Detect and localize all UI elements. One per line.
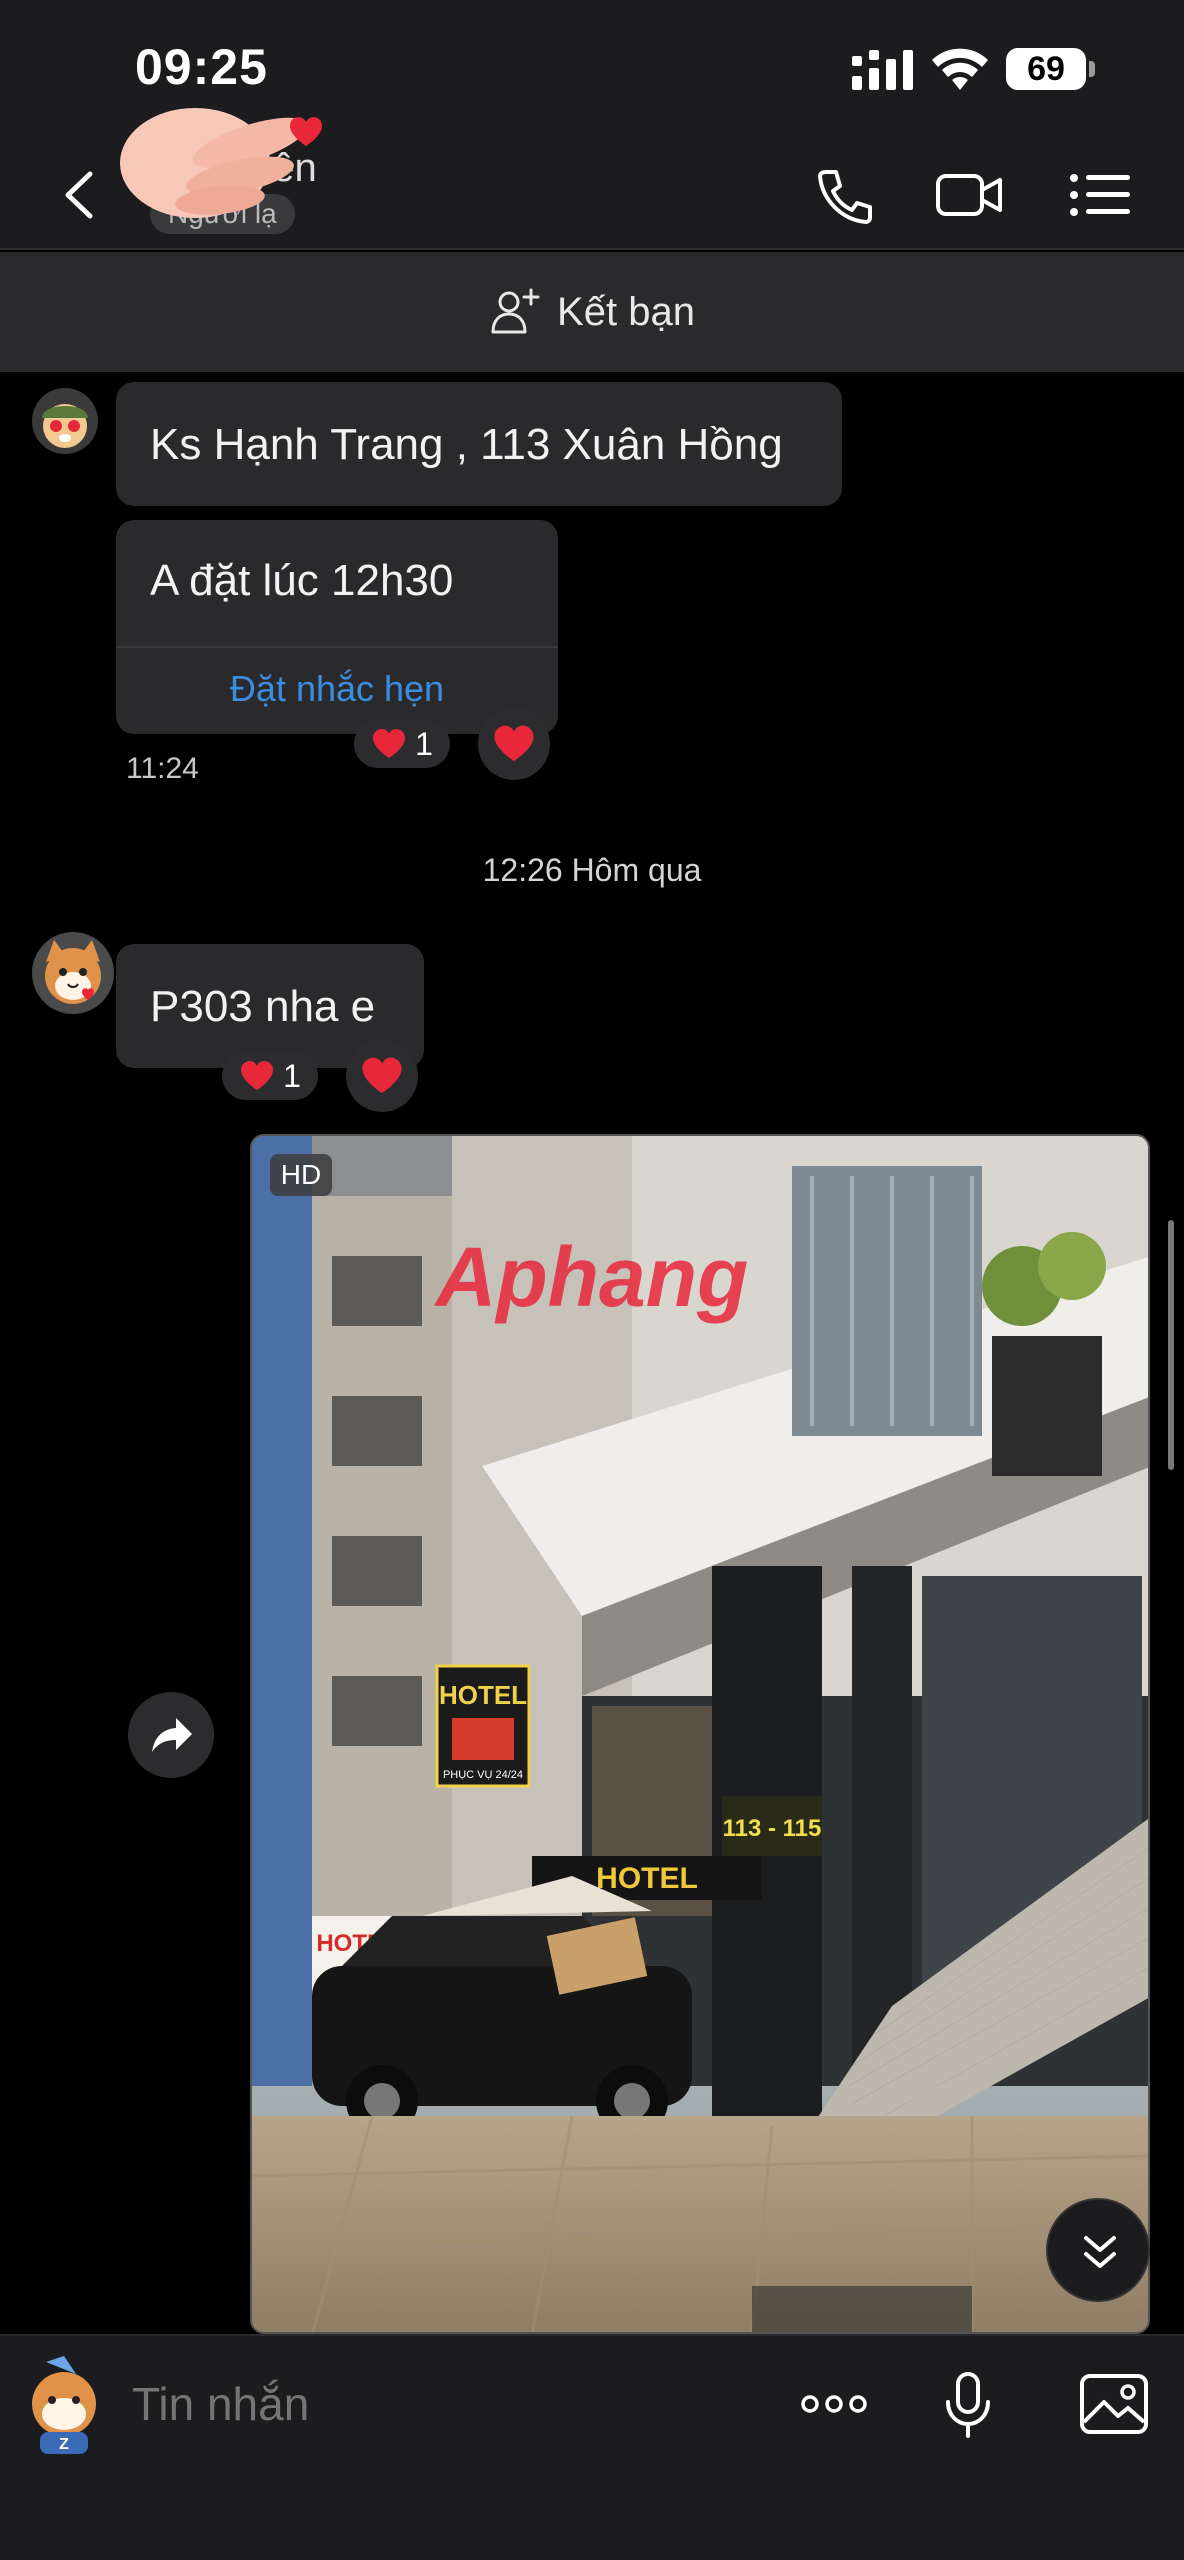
react-button[interactable] bbox=[346, 1040, 418, 1112]
bubble-divider bbox=[116, 646, 558, 648]
add-person-icon bbox=[491, 288, 540, 334]
chevron-double-down-icon bbox=[1084, 2236, 1116, 2268]
message-composer: Z bbox=[0, 2334, 1184, 2560]
hotel-sign-service: PHỤC VỤ 24/24 bbox=[443, 1769, 523, 1781]
reaction-count-badge[interactable]: 1 bbox=[222, 1052, 318, 1100]
svg-text:Z: Z bbox=[59, 2436, 69, 2453]
address-sign: 113 - 115 bbox=[723, 1815, 822, 1842]
message-input[interactable] bbox=[132, 2374, 752, 2434]
heart-icon bbox=[362, 1057, 402, 1094]
more-icon[interactable] bbox=[794, 2364, 874, 2444]
message-bubble[interactable]: A đặt lúc 12h30 Đặt nhắc hẹn bbox=[116, 520, 558, 734]
share-button[interactable] bbox=[128, 1692, 214, 1778]
hand-emoji-overlay bbox=[120, 108, 322, 218]
mic-icon[interactable] bbox=[928, 2364, 1008, 2444]
message-bubble[interactable]: Ks Hạnh Trang , 113 Xuân Hồng bbox=[116, 382, 842, 506]
share-icon bbox=[152, 1718, 192, 1752]
reaction-count-badge[interactable]: 1 bbox=[354, 720, 450, 768]
heart-icon bbox=[494, 725, 534, 762]
message-text: A đặt lúc 12h30 bbox=[150, 556, 454, 605]
battery-level: 69 bbox=[1027, 50, 1065, 88]
sticker-icon[interactable]: Z bbox=[18, 2354, 110, 2458]
contact-avatar[interactable] bbox=[32, 388, 98, 454]
scrollbar[interactable] bbox=[1168, 1220, 1174, 1470]
hotel-sign-1: HOTEL bbox=[439, 1680, 527, 1710]
hotel-sign-2: HOTEL bbox=[596, 1862, 698, 1895]
hd-badge: HD bbox=[270, 1154, 332, 1196]
message-time: 11:24 bbox=[126, 752, 199, 785]
heart-icon bbox=[373, 729, 406, 758]
reaction-count: 1 bbox=[283, 1057, 301, 1094]
date-separator: 12:26 Hôm qua bbox=[482, 852, 702, 888]
contact-avatar[interactable] bbox=[32, 932, 114, 1014]
phone-icon[interactable] bbox=[808, 162, 878, 228]
message-text: Ks Hạnh Trang , 113 Xuân Hồng bbox=[150, 420, 783, 469]
reaction-count: 1 bbox=[415, 725, 433, 762]
set-reminder-link[interactable]: Đặt nhắc hẹn bbox=[116, 668, 558, 710]
cellular-signal-icon bbox=[852, 50, 913, 90]
hotel-photo: HOTEL PHỤC VỤ 24/24 HOTEL 113 - 115 HOTE… bbox=[252, 1136, 1148, 2332]
heart-icon bbox=[241, 1061, 274, 1090]
scroll-to-bottom-button[interactable] bbox=[1046, 2198, 1150, 2302]
photo-watermark: Aphang bbox=[434, 1230, 749, 1324]
image-icon[interactable] bbox=[1074, 2364, 1154, 2444]
wifi-icon bbox=[932, 48, 988, 90]
battery-indicator: 69 bbox=[1006, 48, 1096, 90]
message-text: P303 nha e bbox=[150, 982, 376, 1031]
menu-icon[interactable] bbox=[1066, 162, 1136, 228]
react-button[interactable] bbox=[478, 708, 550, 780]
battery-nub bbox=[1089, 61, 1095, 77]
video-icon[interactable] bbox=[934, 162, 1004, 228]
add-friend-label: Kết bạn bbox=[557, 289, 695, 334]
photo-message[interactable]: HOTEL PHỤC VỤ 24/24 HOTEL 113 - 115 HOTE… bbox=[250, 1134, 1150, 2334]
add-friend-button[interactable]: Kết bạn bbox=[0, 252, 1184, 372]
